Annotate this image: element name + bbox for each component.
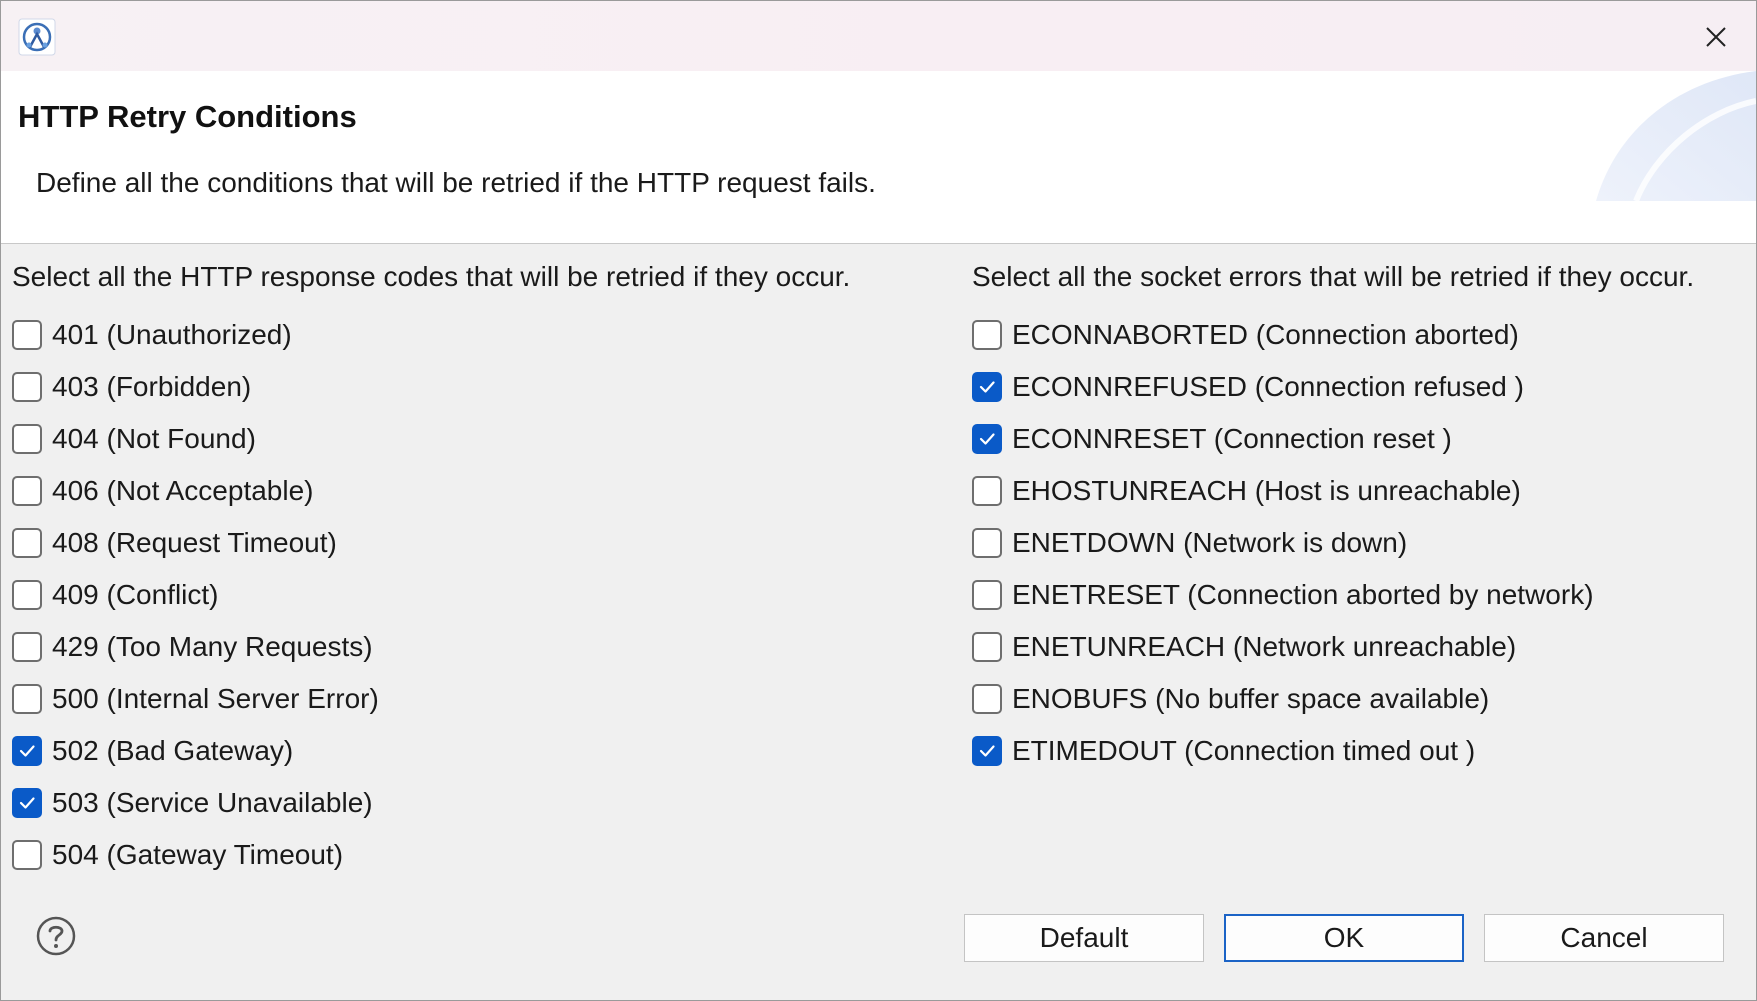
checkbox-label: ENETUNREACH (Network unreachable) (1012, 631, 1517, 662)
checkbox[interactable] (972, 476, 1002, 506)
checkbox-label: 500 (Internal Server Error) (52, 683, 379, 714)
checkbox[interactable] (12, 580, 42, 610)
checkbox-label: 401 (Unauthorized) (52, 319, 292, 350)
checkbox[interactable] (972, 632, 1002, 662)
checkbox-label: ETIMEDOUT (Connection timed out ) (1012, 735, 1476, 766)
checkbox[interactable] (972, 372, 1002, 402)
checkbox-label: EHOSTUNREACH (Host is unreachable) (1012, 475, 1521, 506)
http-checkbox-row[interactable]: 503 (Service Unavailable) (12, 777, 850, 829)
socket-checkbox-row[interactable]: ENETUNREACH (Network unreachable) (972, 621, 1694, 673)
default-button[interactable]: Default (964, 914, 1204, 962)
checkbox[interactable] (12, 424, 42, 454)
checkbox-label: 404 (Not Found) (52, 423, 256, 454)
checkbox[interactable] (12, 320, 42, 350)
socket-errors-list: ECONNABORTED (Connection aborted) ECONNRE… (972, 309, 1694, 777)
checkmark-icon (979, 381, 995, 393)
dialog-header: HTTP Retry Conditions Define all the con… (1, 71, 1756, 244)
checkbox-label: ENETDOWN (Network is down) (1012, 527, 1408, 558)
checkbox-label: 406 (Not Acceptable) (52, 475, 314, 506)
checkbox[interactable] (972, 424, 1002, 454)
checkbox[interactable] (972, 736, 1002, 766)
page-title: HTTP Retry Conditions (18, 99, 357, 134)
socket-checkbox-row[interactable]: ETIMEDOUT (Connection timed out ) (972, 725, 1694, 777)
checkbox[interactable] (12, 476, 42, 506)
checkbox[interactable] (12, 736, 42, 766)
checkbox-label: 409 (Conflict) (52, 579, 219, 610)
http-checkbox-row[interactable]: 502 (Bad Gateway) (12, 725, 850, 777)
http-checkbox-row[interactable]: 429 (Too Many Requests) (12, 621, 850, 673)
http-checkbox-row[interactable]: 401 (Unauthorized) (12, 309, 850, 361)
checkbox[interactable] (12, 788, 42, 818)
checkbox-label: 502 (Bad Gateway) (52, 735, 294, 766)
checkbox[interactable] (12, 684, 42, 714)
checkbox[interactable] (972, 320, 1002, 350)
http-codes-caption: Select all the HTTP response codes that … (12, 261, 851, 292)
checkmark-icon (19, 797, 35, 809)
http-checkbox-row[interactable]: 404 (Not Found) (12, 413, 850, 465)
checkbox-label: ECONNREFUSED (Connection refused ) (1012, 371, 1524, 402)
close-button[interactable] (1694, 15, 1738, 59)
help-button[interactable] (35, 915, 77, 957)
dialog-window: HTTP Retry Conditions Define all the con… (0, 0, 1757, 1001)
checkmark-icon (979, 745, 995, 757)
http-checkbox-row[interactable]: 403 (Forbidden) (12, 361, 850, 413)
http-codes-panel: Select all the HTTP response codes that … (12, 259, 850, 881)
app-icon (18, 18, 56, 56)
checkbox[interactable] (12, 840, 42, 870)
http-checkbox-row[interactable]: 408 (Request Timeout) (12, 517, 850, 569)
socket-checkbox-row[interactable]: EHOSTUNREACH (Host is unreachable) (972, 465, 1694, 517)
checkbox-label: 503 (Service Unavailable) (52, 787, 373, 818)
checkmark-icon (19, 745, 35, 757)
checkbox[interactable] (12, 372, 42, 402)
socket-checkbox-row[interactable]: ENETDOWN (Network is down) (972, 517, 1694, 569)
checkbox-label: ECONNABORTED (Connection aborted) (1012, 319, 1519, 350)
socket-checkbox-row[interactable]: ECONNABORTED (Connection aborted) (972, 309, 1694, 361)
checkmark-icon (979, 433, 995, 445)
help-icon (36, 916, 76, 956)
http-checkbox-row[interactable]: 409 (Conflict) (12, 569, 850, 621)
checkbox-label: 429 (Too Many Requests) (52, 631, 373, 662)
checkbox-label: 408 (Request Timeout) (52, 527, 337, 558)
http-checkbox-row[interactable]: 504 (Gateway Timeout) (12, 829, 850, 881)
socket-checkbox-row[interactable]: ECONNREFUSED (Connection refused ) (972, 361, 1694, 413)
page-description: Define all the conditions that will be r… (36, 167, 876, 198)
checkbox-label: ENOBUFS (No buffer space available) (1012, 683, 1490, 714)
checkbox-label: ECONNRESET (Connection reset ) (1012, 423, 1452, 454)
checkbox[interactable] (972, 580, 1002, 610)
checkbox[interactable] (972, 684, 1002, 714)
http-checkbox-row[interactable]: 500 (Internal Server Error) (12, 673, 850, 725)
title-bar (1, 1, 1756, 71)
checkbox[interactable] (12, 632, 42, 662)
socket-checkbox-row[interactable]: ENETRESET (Connection aborted by network… (972, 569, 1694, 621)
http-codes-list: 401 (Unauthorized) 403 (Forbidden) 404 (No… (12, 309, 850, 881)
header-decoration (1596, 71, 1756, 203)
socket-checkbox-row[interactable]: ENOBUFS (No buffer space available) (972, 673, 1694, 725)
close-icon (1706, 27, 1726, 47)
http-checkbox-row[interactable]: 406 (Not Acceptable) (12, 465, 850, 517)
cancel-button[interactable]: Cancel (1484, 914, 1724, 962)
ok-button[interactable]: OK (1224, 914, 1464, 962)
checkbox[interactable] (12, 528, 42, 558)
checkbox-label: ENETRESET (Connection aborted by network… (1012, 579, 1594, 610)
checkbox-label: 403 (Forbidden) (52, 371, 252, 402)
socket-checkbox-row[interactable]: ECONNRESET (Connection reset ) (972, 413, 1694, 465)
checkbox-label: 504 (Gateway Timeout) (52, 839, 344, 870)
socket-errors-caption: Select all the socket errors that will b… (972, 261, 1695, 292)
socket-errors-panel: Select all the socket errors that will b… (972, 259, 1694, 777)
checkbox[interactable] (972, 528, 1002, 558)
